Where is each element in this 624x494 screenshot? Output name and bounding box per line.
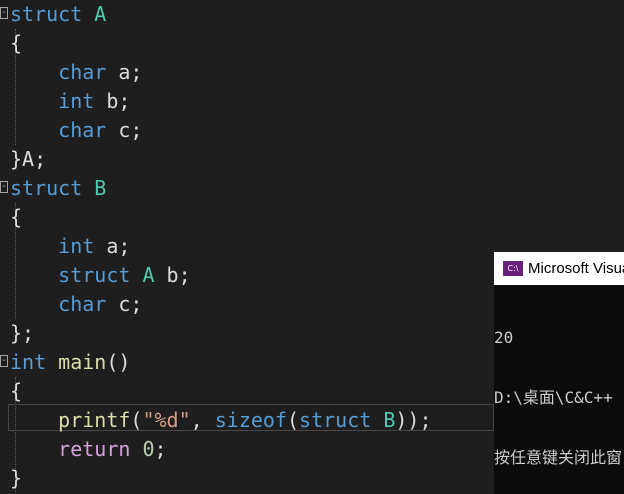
code-token: }A; bbox=[10, 147, 47, 171]
code-token: "%d" bbox=[142, 408, 191, 432]
code-text: return 0; bbox=[10, 435, 167, 464]
console-output-line: D:\桌面\C&C++ bbox=[494, 388, 613, 407]
code-token: }; bbox=[10, 321, 35, 345]
code-text: char c; bbox=[10, 290, 142, 319]
code-token: char bbox=[58, 60, 107, 84]
code-token: struct bbox=[10, 176, 83, 200]
code-token: printf bbox=[58, 408, 131, 432]
code-token: char bbox=[58, 292, 107, 316]
code-text: int a; bbox=[10, 232, 130, 261]
code-line[interactable]: { bbox=[0, 29, 494, 58]
code-line[interactable]: int b; bbox=[0, 87, 494, 116]
code-line[interactable]: - struct A bbox=[0, 0, 494, 29]
code-text: { bbox=[10, 203, 22, 232]
code-token: int bbox=[58, 234, 95, 258]
code-line[interactable]: - int main() bbox=[0, 348, 494, 377]
code-line[interactable]: return 0; bbox=[0, 435, 494, 464]
console-output-line: 20 bbox=[494, 328, 514, 347]
code-text: int main() bbox=[10, 348, 130, 377]
code-line[interactable]: }A; bbox=[0, 145, 494, 174]
code-text: { bbox=[10, 377, 22, 406]
code-token: char bbox=[58, 118, 107, 142]
code-token: struct bbox=[299, 408, 372, 432]
code-token: ; bbox=[154, 437, 167, 461]
code-token: B bbox=[383, 408, 396, 432]
code-token: c; bbox=[106, 118, 143, 142]
code-line[interactable]: char c; bbox=[0, 116, 494, 145]
code-token: main bbox=[58, 350, 107, 374]
code-text: int b; bbox=[10, 87, 130, 116]
code-line[interactable]: int a; bbox=[0, 232, 494, 261]
code-line[interactable]: } bbox=[0, 464, 494, 493]
code-token: { bbox=[10, 31, 23, 55]
code-line[interactable]: char c; bbox=[0, 290, 494, 319]
code-token: a; bbox=[94, 234, 131, 258]
code-token: a; bbox=[106, 60, 143, 84]
code-token: { bbox=[10, 205, 23, 229]
fold-toggle-icon[interactable]: - bbox=[0, 7, 8, 19]
code-token: B bbox=[94, 176, 107, 200]
console-output-line: 按任意键关闭此窗口. . . bbox=[494, 448, 624, 467]
code-token: } bbox=[10, 466, 23, 490]
code-text: { bbox=[10, 29, 22, 58]
console-app-icon: C:\ bbox=[503, 261, 523, 276]
console-window[interactable]: C:\ Microsoft Visual Studio 调试控制台 20 D:\… bbox=[494, 252, 624, 494]
code-token: return bbox=[58, 437, 131, 461]
code-token: ( bbox=[286, 408, 300, 432]
code-text: }; bbox=[10, 319, 34, 348]
code-line[interactable]: - struct B bbox=[0, 174, 494, 203]
code-line[interactable]: char a; bbox=[0, 58, 494, 87]
code-token: int bbox=[10, 350, 47, 374]
code-line[interactable]: { bbox=[0, 377, 494, 406]
code-text: char c; bbox=[10, 116, 142, 145]
code-token: sizeof bbox=[214, 408, 287, 432]
code-token: { bbox=[10, 379, 23, 403]
console-title: Microsoft Visual Studio 调试控制台 bbox=[528, 260, 624, 277]
code-text: struct B bbox=[10, 174, 106, 203]
code-token: b; bbox=[94, 89, 131, 113]
code-line[interactable]: }; bbox=[0, 319, 494, 348]
console-titlebar[interactable]: C:\ Microsoft Visual Studio 调试控制台 bbox=[494, 252, 624, 285]
code-text: } bbox=[10, 464, 22, 493]
code-token: c; bbox=[106, 292, 143, 316]
code-text: printf("%d", sizeof(struct B)); bbox=[10, 406, 432, 435]
code-token: A bbox=[142, 263, 155, 287]
fold-toggle-icon[interactable]: - bbox=[0, 355, 8, 367]
code-token: , bbox=[190, 408, 215, 432]
code-text: struct A bbox=[10, 0, 106, 29]
code-token: )); bbox=[395, 408, 432, 432]
code-token: struct bbox=[10, 2, 83, 26]
code-text: char a; bbox=[10, 58, 142, 87]
code-line[interactable]: { bbox=[0, 203, 494, 232]
console-output: 20 D:\桌面\C&C++ 按任意键关闭此窗口. . . bbox=[494, 288, 624, 494]
code-text: }A; bbox=[10, 145, 46, 174]
code-token: 0 bbox=[142, 437, 155, 461]
code-token: A bbox=[94, 2, 107, 26]
code-token: () bbox=[106, 350, 131, 374]
code-line[interactable]: struct A b; bbox=[0, 261, 494, 290]
code-token: int bbox=[58, 89, 95, 113]
code-token: struct bbox=[58, 263, 131, 287]
code-text: struct A b; bbox=[10, 261, 191, 290]
code-token: ( bbox=[130, 408, 143, 432]
fold-toggle-icon[interactable]: - bbox=[0, 181, 8, 193]
code-line[interactable]: printf("%d", sizeof(struct B)); bbox=[0, 406, 494, 435]
code-token: b; bbox=[154, 263, 191, 287]
